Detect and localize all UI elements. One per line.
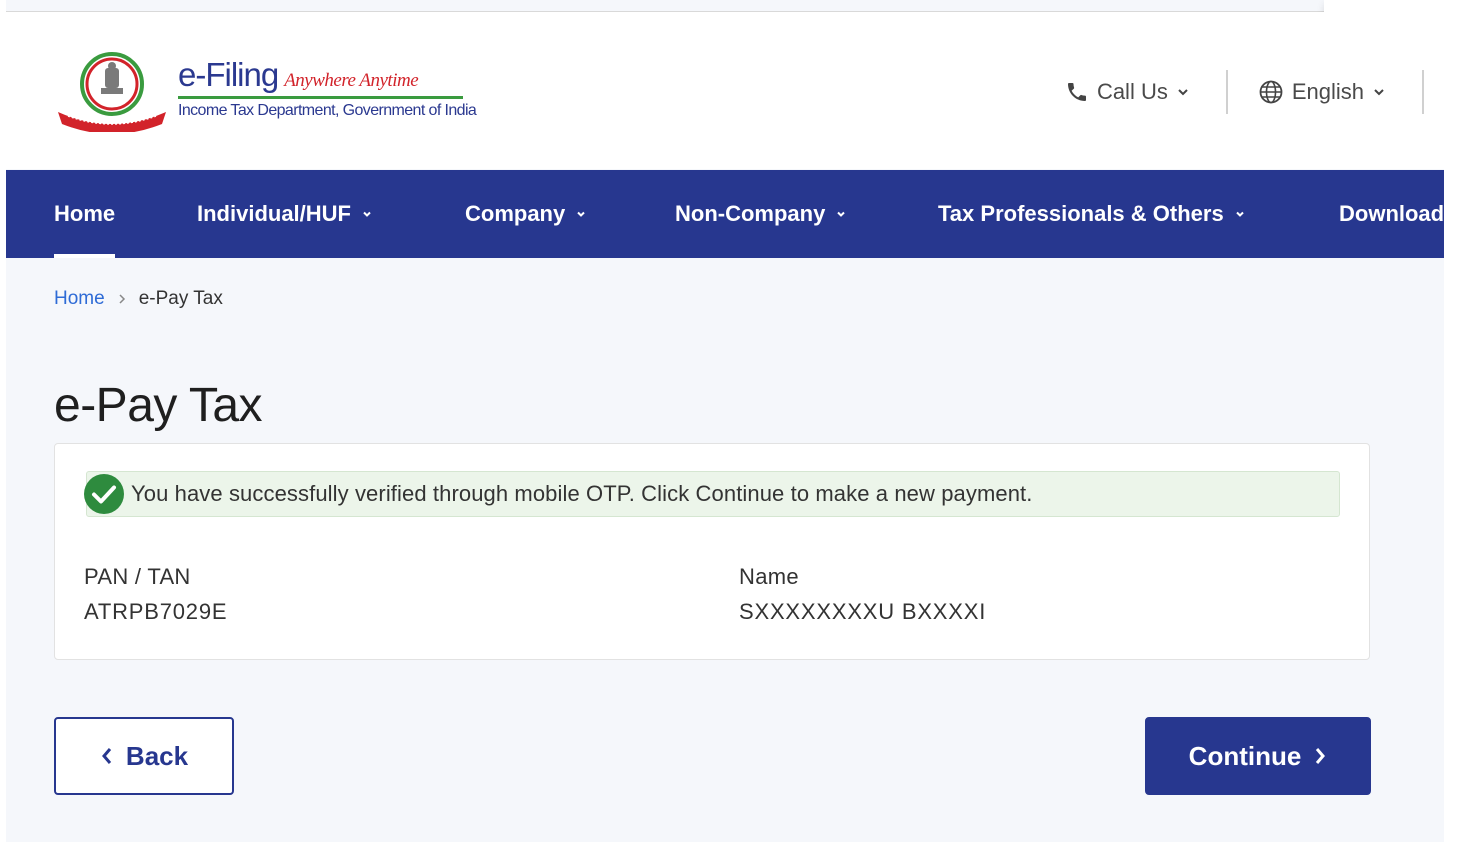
chevron-right-icon [1316,748,1326,764]
chevron-left-icon [101,748,112,764]
brand-tagline: Anywhere Anytime [284,70,419,91]
call-us-label: Call Us [1096,79,1168,104]
page: e-Filing Anywhere Anytime Income Tax Depa… [6,0,1444,842]
nav-item-label: Individual/HUF [197,201,351,226]
nav-item-label: Non-Company [675,201,826,226]
back-button-label: Back [125,740,189,771]
continue-button[interactable]: Continue [1145,717,1371,795]
page-title: e-Pay Tax [54,379,263,432]
breadcrumb-home-link[interactable]: Home [54,288,105,310]
chevron-down-icon [1178,89,1188,96]
nav-item-tax-professionals[interactable]: Tax Professionals & Others [938,170,1246,258]
globe-icon [1259,80,1283,104]
success-alert: You have successfully verified through m… [84,471,1340,517]
header-tools: Call Us English [1065,68,1444,116]
chevron-right-icon [119,294,125,304]
nav-item-label: Tax Professionals & Others [938,201,1224,226]
nav-item-individual-huf[interactable]: Individual/HUF [197,170,373,258]
brand-underline [178,96,463,99]
chevron-down-icon [1374,89,1384,96]
back-button[interactable]: Back [54,717,234,795]
verification-card: You have successfully verified through m… [54,443,1370,660]
check-circle-icon [84,474,124,514]
site-header: e-Filing Anywhere Anytime Income Tax Depa… [6,12,1444,169]
nav-item-downloads[interactable]: Downloads [1339,170,1444,258]
name-field: Name SXXXXXXXXU BXXXXI [739,564,986,625]
nav-item-non-company[interactable]: Non-Company [675,170,847,258]
name-value: SXXXXXXXXU BXXXXI [739,599,987,624]
chevron-down-icon [577,211,585,217]
language-dropdown[interactable]: English [1258,79,1386,105]
call-us-dropdown[interactable]: Call Us [1065,79,1190,105]
nav-item-label: Home [54,201,116,226]
breadcrumb: Home e-Pay Tax [54,288,223,310]
nav-item-label: Company [465,201,566,226]
chevron-down-icon [1235,211,1244,217]
brand-subtitle: Income Tax Department, Government of Ind… [178,102,477,119]
breadcrumb-current: e-Pay Tax [138,288,223,309]
pan-value: ATRPB7029E [84,599,228,624]
pan-field: PAN / TAN ATRPB7029E [84,564,227,625]
chevron-down-icon [837,211,846,217]
emblem-logo-icon[interactable] [54,50,170,132]
brand-block[interactable]: e-Filing Anywhere Anytime Income Tax Depa… [178,56,477,120]
success-alert-message: You have successfully verified through m… [131,481,1033,506]
language-label: English [1291,79,1364,104]
nav-item-home[interactable]: Home [54,170,116,258]
pan-label: PAN / TAN [84,564,191,589]
continue-button-label: Continue [1188,740,1302,771]
nav-item-label: Downloads [1339,201,1444,226]
nav-item-company[interactable]: Company [465,170,587,258]
phone-icon [1067,83,1086,101]
header-divider [1422,70,1424,114]
brand-title: e-Filing [178,56,279,93]
main-nav: Home Individual/HUF Company Non-Company … [6,170,1444,258]
chevron-down-icon [363,211,371,217]
header-divider [1225,70,1228,114]
name-label: Name [739,564,799,589]
